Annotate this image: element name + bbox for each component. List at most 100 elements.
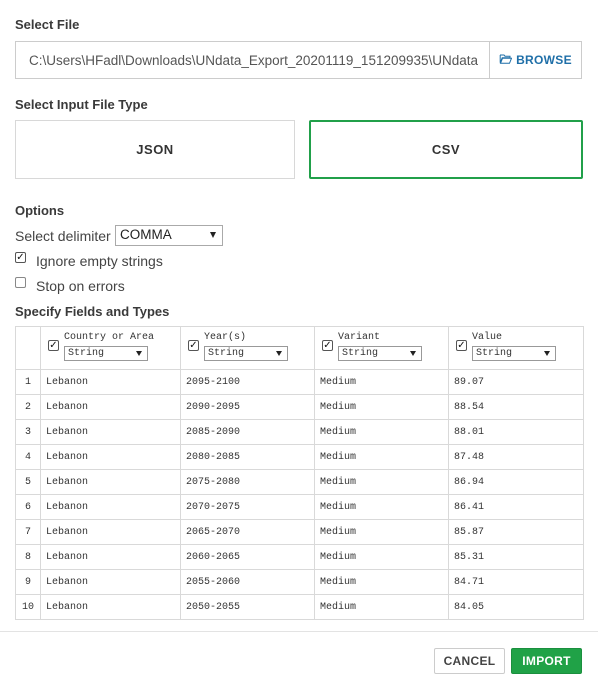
table-cell: 86.41	[448, 494, 584, 520]
row-index: 1	[15, 369, 41, 395]
column-name: Year(s)	[204, 332, 247, 343]
browse-label: BROWSE	[516, 53, 572, 67]
column-type-select[interactable]: String	[472, 346, 556, 361]
table-cell: Lebanon	[40, 494, 181, 520]
column-type-select[interactable]: String	[204, 346, 288, 361]
table-cell: Lebanon	[40, 519, 181, 545]
fields-title: Specify Fields and Types	[15, 304, 170, 319]
table-cell: 2055-2060	[180, 569, 315, 595]
column-name: Country or Area	[64, 332, 155, 343]
ignore-empty-label: Ignore empty strings	[36, 253, 163, 269]
select-file-title: Select File	[15, 17, 80, 32]
chevron-down-icon	[410, 351, 416, 356]
table-cell: Medium	[314, 469, 449, 495]
column-name: Value	[472, 332, 503, 343]
file-type-title: Select Input File Type	[15, 97, 148, 112]
table-cell: 2080-2085	[180, 444, 315, 470]
table-cell: Medium	[314, 594, 449, 620]
table-cell: 88.54	[448, 394, 584, 420]
table-cell: Lebanon	[40, 544, 181, 570]
table-cell: Lebanon	[40, 594, 181, 620]
row-index: 8	[15, 544, 41, 570]
row-index: 6	[15, 494, 41, 520]
ignore-empty-checkbox[interactable]: ✓	[15, 252, 26, 263]
index-header	[15, 326, 41, 370]
delimiter-value: COMMA	[120, 227, 172, 242]
table-cell: Medium	[314, 544, 449, 570]
table-row: 1 Lebanon 2095-2100 Medium 89.07	[15, 369, 584, 395]
row-index: 2	[15, 394, 41, 420]
table-cell: 84.05	[448, 594, 584, 620]
delimiter-label: Select delimiter	[15, 228, 111, 244]
column-header: ✓ Variant String	[314, 326, 449, 370]
table-row: 6 Lebanon 2070-2075 Medium 86.41	[15, 494, 584, 520]
column-type-value: String	[476, 348, 513, 359]
folder-open-icon	[499, 53, 513, 67]
stop-on-errors-checkbox[interactable]	[15, 277, 26, 288]
table-cell: Lebanon	[40, 569, 181, 595]
row-index: 9	[15, 569, 41, 595]
column-checkbox[interactable]: ✓	[456, 340, 467, 351]
column-header: ✓ Country or Area String	[40, 326, 181, 370]
column-checkbox[interactable]: ✓	[48, 340, 59, 351]
row-index: 7	[15, 519, 41, 545]
table-cell: Medium	[314, 394, 449, 420]
cancel-button[interactable]: CANCEL	[434, 648, 505, 674]
table-row: 5 Lebanon 2075-2080 Medium 86.94	[15, 469, 584, 495]
table-cell: 2070-2075	[180, 494, 315, 520]
delimiter-select[interactable]: COMMA	[115, 225, 223, 246]
column-checkbox[interactable]: ✓	[322, 340, 333, 351]
csv-type-button[interactable]: CSV	[309, 120, 583, 179]
table-cell: 85.87	[448, 519, 584, 545]
column-type-value: String	[342, 348, 379, 359]
table-cell: 2065-2070	[180, 519, 315, 545]
table-cell: 2060-2065	[180, 544, 315, 570]
table-row: 8 Lebanon 2060-2065 Medium 85.31	[15, 544, 584, 570]
json-type-button[interactable]: JSON	[15, 120, 295, 179]
column-header: ✓ Year(s) String	[180, 326, 315, 370]
table-row: 7 Lebanon 2065-2070 Medium 85.87	[15, 519, 584, 545]
chevron-down-icon	[136, 351, 142, 356]
table-cell: Lebanon	[40, 444, 181, 470]
row-index: 10	[15, 594, 41, 620]
column-type-value: String	[68, 348, 105, 359]
table-cell: 86.94	[448, 469, 584, 495]
table-cell: Lebanon	[40, 394, 181, 420]
table-row: 2 Lebanon 2090-2095 Medium 88.54	[15, 394, 584, 420]
options-title: Options	[15, 203, 65, 218]
table-cell: Medium	[314, 419, 449, 445]
table-row: 3 Lebanon 2085-2090 Medium 88.01	[15, 419, 584, 445]
row-index: 4	[15, 444, 41, 470]
table-cell: 2075-2080	[180, 469, 315, 495]
row-index: 5	[15, 469, 41, 495]
table-row: 4 Lebanon 2080-2085 Medium 87.48	[15, 444, 584, 470]
column-type-select[interactable]: String	[64, 346, 148, 361]
table-cell: 2095-2100	[180, 369, 315, 395]
column-type-value: String	[208, 348, 245, 359]
table-cell: Medium	[314, 494, 449, 520]
table-cell: 87.48	[448, 444, 584, 470]
row-index: 3	[15, 419, 41, 445]
chevron-down-icon	[276, 351, 282, 356]
table-cell: Medium	[314, 444, 449, 470]
table-cell: 88.01	[448, 419, 584, 445]
table-cell: 84.71	[448, 569, 584, 595]
column-header: ✓ Value String	[448, 326, 584, 370]
table-cell: 89.07	[448, 369, 584, 395]
table-cell: 2085-2090	[180, 419, 315, 445]
column-type-select[interactable]: String	[338, 346, 422, 361]
browse-button[interactable]: BROWSE	[489, 41, 582, 79]
chevron-down-icon	[210, 232, 216, 238]
table-cell: Lebanon	[40, 369, 181, 395]
table-cell: Medium	[314, 369, 449, 395]
table-cell: 2090-2095	[180, 394, 315, 420]
column-checkbox[interactable]: ✓	[188, 340, 199, 351]
column-name: Variant	[338, 332, 381, 343]
chevron-down-icon	[544, 351, 550, 356]
stop-on-errors-label: Stop on errors	[36, 278, 125, 294]
fields-table: ✓ Country or Area String ✓ Year(s) Strin…	[15, 326, 584, 620]
table-cell: Lebanon	[40, 469, 181, 495]
import-button[interactable]: IMPORT	[511, 648, 582, 674]
file-path-input[interactable]: C:\Users\HFadl\Downloads\UNdata_Export_2…	[15, 41, 489, 79]
table-cell: 85.31	[448, 544, 584, 570]
